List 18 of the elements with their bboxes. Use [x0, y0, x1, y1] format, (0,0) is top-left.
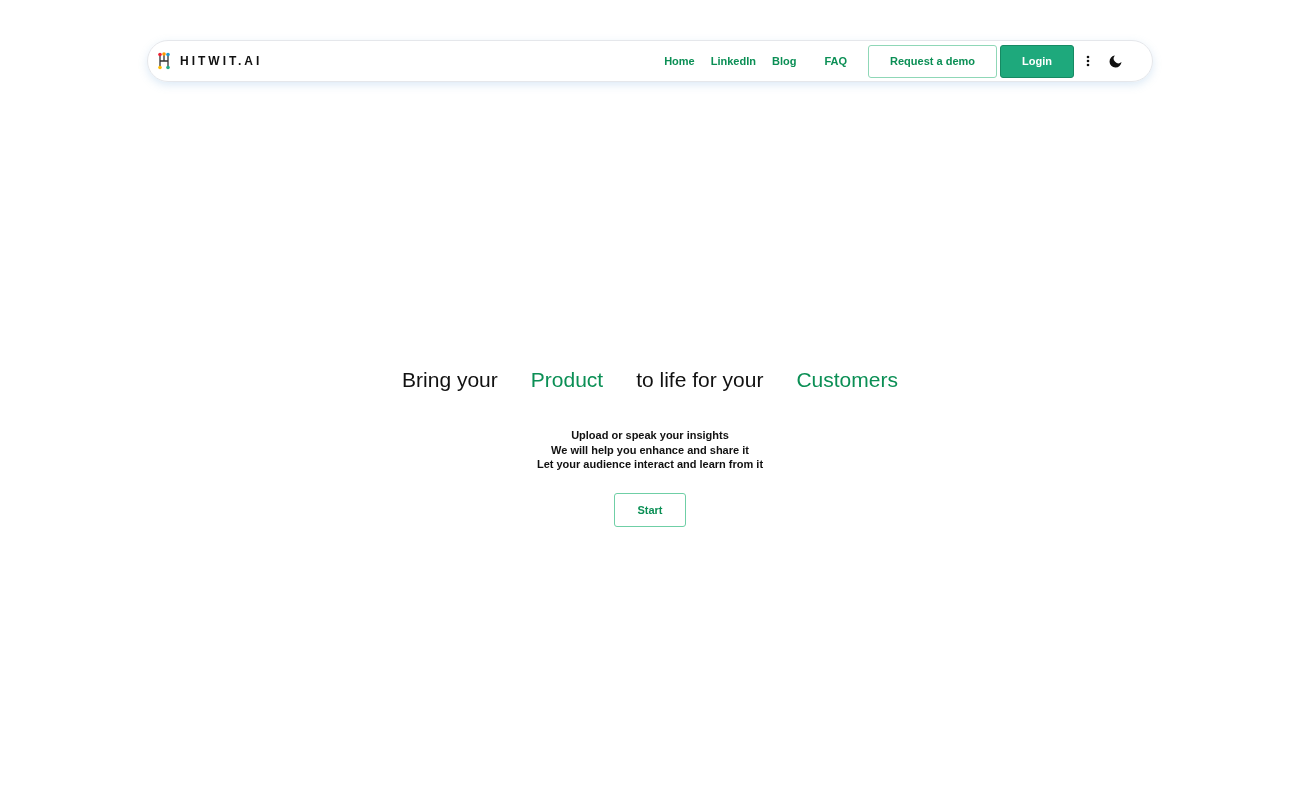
logo-icon	[156, 52, 172, 70]
nav-link[interactable]: Blog	[763, 55, 805, 67]
moon-icon[interactable]	[1109, 54, 1122, 68]
logo-text: HITWIT.AI	[180, 54, 263, 68]
tagline-text: Upload or speak your insights	[571, 428, 729, 443]
headline-text: Bring your	[402, 368, 498, 392]
demo-button[interactable]: Request a demo	[868, 44, 997, 78]
headline-text: Customers	[796, 368, 898, 392]
tagline-text: We will help you enhance and share it	[551, 442, 749, 457]
nav-link[interactable]: FAQ	[816, 55, 856, 67]
tagline-text: Let your audience interact and learn from it	[536, 457, 764, 472]
nav-link[interactable]: LinkedIn	[702, 55, 764, 67]
more-icon[interactable]	[1086, 55, 1090, 67]
headline-text: Product	[530, 368, 604, 392]
nav-link[interactable]: Home	[656, 55, 703, 67]
start-button[interactable]: Start	[614, 492, 686, 527]
headline-text: to life for your	[636, 368, 764, 392]
login-button[interactable]: Login	[1000, 44, 1074, 78]
